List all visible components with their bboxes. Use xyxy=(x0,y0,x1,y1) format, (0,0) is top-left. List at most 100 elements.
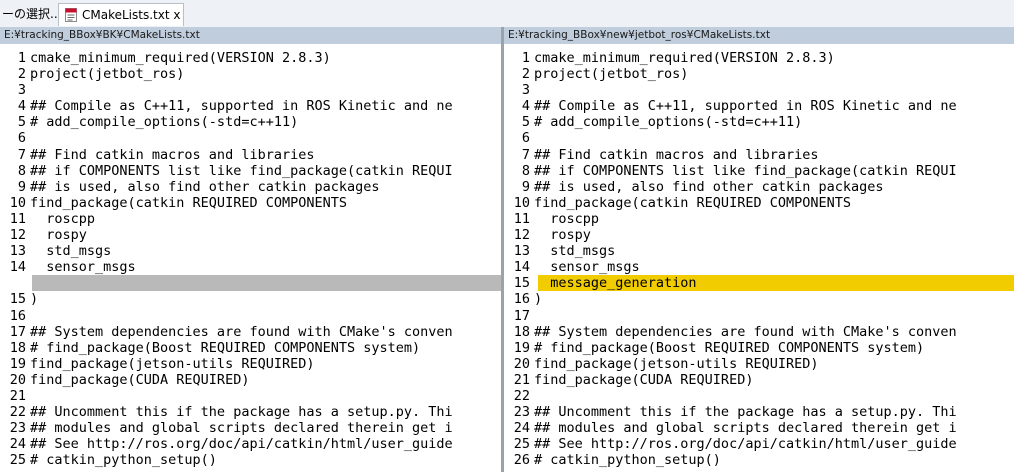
line-number: 17 xyxy=(513,307,530,324)
code-text: # add_compile_options(-std=c++11) xyxy=(534,114,803,131)
code-line[interactable]: 18 # find_package(Boost REQUIRED COMPONEN… xyxy=(0,340,501,356)
left-code-area[interactable]: 1 cmake_minimum_required(VERSION 2.8.3) 2 p… xyxy=(0,44,501,468)
tab-cmakelists-compare[interactable]: CMakeLists.txt x 2 xyxy=(58,3,184,26)
code-line[interactable]: 13 std_msgs xyxy=(0,243,501,259)
line-number: 8 xyxy=(17,162,26,179)
code-text: find_package(jetson-utils REQUIRED) xyxy=(534,355,819,372)
text-file-icon xyxy=(65,8,77,22)
code-line[interactable]: 1 cmake_minimum_required(VERSION 2.8.3) xyxy=(504,50,1014,66)
line-number: 13 xyxy=(9,243,26,260)
code-text: ## if COMPONENTS list like find_package(… xyxy=(30,162,453,179)
code-line[interactable]: 17 xyxy=(504,308,1014,324)
code-line[interactable]: 20 find_package(jetson-utils REQUIRED) xyxy=(504,356,1014,372)
code-text: message_generation xyxy=(534,275,697,292)
code-line[interactable]: 10 find_package(catkin REQUIRED COMPONENT… xyxy=(504,195,1014,211)
code-line[interactable]: 19 # find_package(Boost REQUIRED COMPONEN… xyxy=(504,340,1014,356)
code-line[interactable]: 4 ## Compile as C++11, supported in ROS K… xyxy=(504,98,1014,114)
left-pane[interactable]: E:¥tracking_BBox¥BK¥CMakeLists.txt 1 cmak… xyxy=(0,27,504,472)
code-line[interactable]: 6 xyxy=(504,130,1014,146)
code-line[interactable]: 19 find_package(jetson-utils REQUIRED) xyxy=(0,356,501,372)
code-line[interactable]: 9 ## is used, also find other catkin pack… xyxy=(0,179,501,195)
line-number: 2 xyxy=(17,66,26,83)
tab-bar: ーの選択... CMakeLists.txt x 2 xyxy=(0,0,1014,28)
code-line[interactable]: 12 rospy xyxy=(504,227,1014,243)
code-line[interactable]: 20 find_package(CUDA REQUIRED) xyxy=(0,372,501,388)
line-number: 3 xyxy=(521,82,530,99)
line-number: 15 xyxy=(9,291,26,308)
line-number: 24 xyxy=(513,420,530,437)
code-line[interactable]: 26 # catkin_python_setup() xyxy=(504,452,1014,468)
code-line[interactable]: 5 # add_compile_options(-std=c++11) xyxy=(0,114,501,130)
code-text: ## modules and global scripts declared t… xyxy=(30,420,453,437)
code-text: cmake_minimum_required(VERSION 2.8.3) xyxy=(534,50,835,66)
line-number: 4 xyxy=(17,98,26,115)
code-line[interactable]: 7 ## Find catkin macros and libraries xyxy=(504,147,1014,163)
code-line[interactable]: 23 ## modules and global scripts declared… xyxy=(0,420,501,436)
code-line[interactable]: 11 roscpp xyxy=(0,211,501,227)
code-line[interactable]: 7 ## Find catkin macros and libraries xyxy=(0,147,501,163)
line-number: 12 xyxy=(513,227,530,244)
code-line[interactable]: 5 # add_compile_options(-std=c++11) xyxy=(504,114,1014,130)
code-line[interactable]: 18 ## System dependencies are found with … xyxy=(504,324,1014,340)
code-text: ) xyxy=(534,291,543,308)
code-line[interactable]: 12 rospy xyxy=(0,227,501,243)
code-line[interactable]: 1 cmake_minimum_required(VERSION 2.8.3) xyxy=(0,50,501,66)
code-line[interactable]: 10 find_package(catkin REQUIRED COMPONENT… xyxy=(0,195,501,211)
line-number: 14 xyxy=(513,259,530,276)
right-code-area[interactable]: 1 cmake_minimum_required(VERSION 2.8.3) 2 p… xyxy=(504,44,1014,468)
code-text: cmake_minimum_required(VERSION 2.8.3) xyxy=(30,50,331,66)
code-line[interactable]: 6 xyxy=(0,130,501,146)
code-line[interactable]: 2 project(jetbot_ros) xyxy=(0,66,501,82)
code-line[interactable]: 15 message_generation xyxy=(504,275,1014,292)
code-line[interactable]: 15) xyxy=(0,291,501,307)
line-number: 22 xyxy=(9,404,26,421)
code-line[interactable]: 13 std_msgs xyxy=(504,243,1014,259)
code-line[interactable]: 25 ## See http://ros.org/doc/api/catkin/h… xyxy=(504,436,1014,452)
code-line[interactable]: 22 ## Uncomment this if the package has a… xyxy=(0,404,501,420)
code-text: # catkin_python_setup() xyxy=(534,452,721,469)
line-number: 6 xyxy=(17,130,26,147)
code-text: # add_compile_options(-std=c++11) xyxy=(30,114,299,131)
code-text: ## modules and global scripts declared t… xyxy=(534,420,957,437)
tab-selection[interactable]: ーの選択... xyxy=(0,3,58,26)
code-text: sensor_msgs xyxy=(30,259,136,276)
code-line[interactable]: 2 project(jetbot_ros) xyxy=(504,66,1014,82)
line-number: 18 xyxy=(9,339,26,356)
code-text: # catkin_python_setup() xyxy=(30,452,217,469)
code-line[interactable]: 21 find_package(CUDA REQUIRED) xyxy=(504,372,1014,388)
line-number: 18 xyxy=(513,323,530,340)
code-line[interactable]: 3 xyxy=(0,82,501,98)
line-number: 11 xyxy=(9,210,26,227)
code-text: ## System dependencies are found with CM… xyxy=(30,323,453,340)
code-text: ## Uncomment this if the package has a s… xyxy=(30,404,453,421)
line-number: 9 xyxy=(521,178,530,195)
code-line[interactable]: 4 ## Compile as C++11, supported in ROS K… xyxy=(0,98,501,114)
code-text: roscpp xyxy=(534,210,600,227)
code-line[interactable]: 3 xyxy=(504,82,1014,98)
line-number: 7 xyxy=(17,146,26,163)
code-line[interactable]: 14 sensor_msgs xyxy=(504,259,1014,275)
right-pane[interactable]: E:¥tracking_BBox¥new¥jetbot_ros¥CMakeLis… xyxy=(504,27,1014,472)
code-line[interactable]: 8 ## if COMPONENTS list like find_package… xyxy=(0,163,501,179)
code-line[interactable]: 23 ## Uncomment this if the package has a… xyxy=(504,404,1014,420)
code-line[interactable]: 16) xyxy=(504,291,1014,307)
code-line[interactable]: 24 ## modules and global scripts declared… xyxy=(504,420,1014,436)
code-text: find_package(jetson-utils REQUIRED) xyxy=(30,355,315,372)
code-text: ## See http://ros.org/doc/api/catkin/htm… xyxy=(534,436,957,453)
line-number: 7 xyxy=(521,146,530,163)
right-file-path: E:¥tracking_BBox¥new¥jetbot_ros¥CMakeLis… xyxy=(504,27,1014,44)
code-line[interactable]: 14 sensor_msgs xyxy=(0,259,501,292)
code-line[interactable]: 25 # catkin_python_setup() xyxy=(0,452,501,468)
code-line[interactable]: 11 roscpp xyxy=(504,211,1014,227)
code-line[interactable]: 9 ## is used, also find other catkin pack… xyxy=(504,179,1014,195)
code-line[interactable]: 8 ## if COMPONENTS list like find_package… xyxy=(504,163,1014,179)
code-line[interactable]: 24 ## See http://ros.org/doc/api/catkin/h… xyxy=(0,436,501,452)
line-number: 9 xyxy=(17,178,26,195)
code-line[interactable]: 17 ## System dependencies are found with … xyxy=(0,324,501,340)
code-text: ## Find catkin macros and libraries xyxy=(534,146,819,163)
code-text: ) xyxy=(30,291,39,308)
left-file-path: E:¥tracking_BBox¥BK¥CMakeLists.txt xyxy=(0,27,501,44)
code-line[interactable]: 22 xyxy=(504,388,1014,404)
code-line[interactable]: 16 xyxy=(0,308,501,324)
code-line[interactable]: 21 xyxy=(0,388,501,404)
